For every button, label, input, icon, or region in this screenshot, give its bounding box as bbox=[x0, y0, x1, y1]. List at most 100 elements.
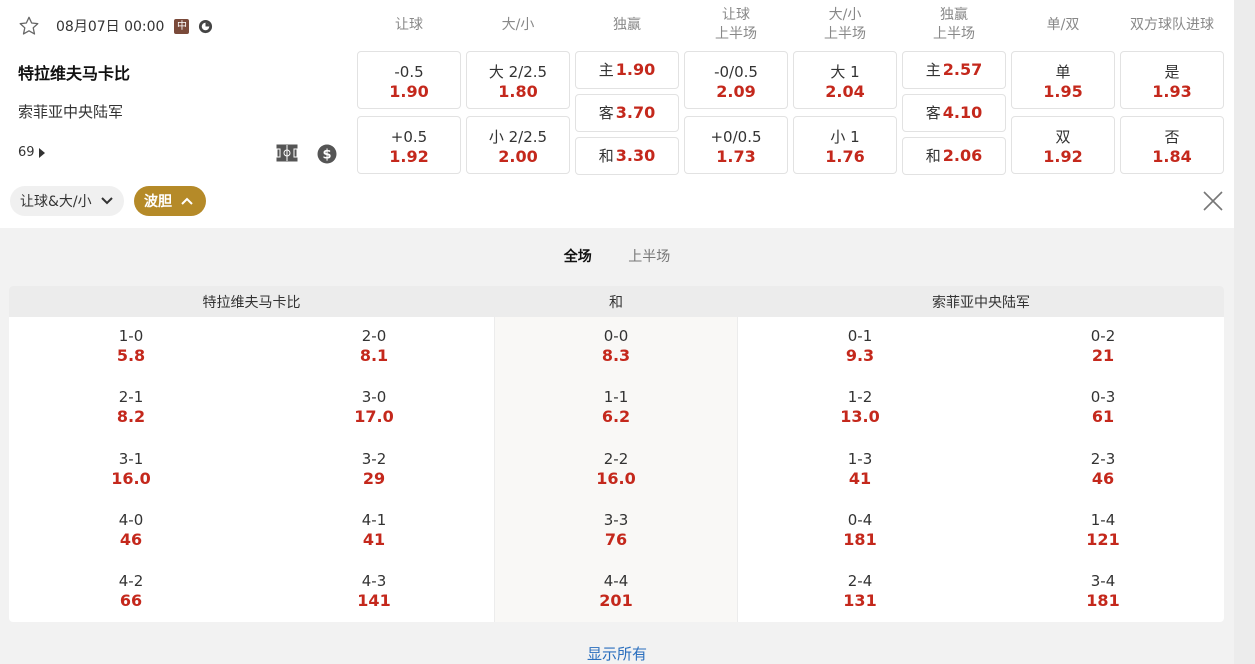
caret-right-icon bbox=[38, 147, 45, 158]
score-odds: 9.3 bbox=[845, 346, 875, 365]
score-odds-cell[interactable]: 0-1 9.3 bbox=[738, 327, 982, 365]
tab-full-time[interactable]: 全场 bbox=[564, 246, 592, 266]
odds-label: 和 bbox=[598, 147, 614, 165]
odds-button-over-under-1h[interactable]: 小 1 1.76 bbox=[793, 116, 897, 174]
odds-value: 1.92 bbox=[1043, 147, 1083, 166]
odds-button-over-under[interactable]: 大 2/2.5 1.80 bbox=[466, 51, 570, 109]
odds-label: -0.5 bbox=[394, 63, 424, 81]
score-odds-cell[interactable]: 3-2 29 bbox=[252, 450, 496, 488]
score-odds: 41 bbox=[362, 529, 386, 549]
more-markets-count: 69 bbox=[18, 145, 35, 160]
score-odds: 46 bbox=[1091, 468, 1115, 488]
cash-out-icon[interactable]: $ bbox=[317, 144, 337, 164]
period-tabs: 全场 上半场 bbox=[0, 246, 1234, 266]
odds-button-moneyline[interactable]: 和 3.30 bbox=[575, 137, 679, 175]
score-odds-cell[interactable]: 1-4 121 bbox=[981, 511, 1224, 549]
score-odds-cell[interactable]: 0-0 8.3 bbox=[494, 327, 738, 365]
score-label: 0-0 bbox=[603, 327, 629, 345]
odds-label: 大 1 bbox=[830, 63, 860, 81]
score-odds-cell[interactable]: 4-2 66 bbox=[9, 572, 253, 610]
score-label: 2-1 bbox=[118, 388, 144, 407]
score-odds: 121 bbox=[1086, 529, 1120, 549]
match-card: 08月07日 00:00 中 特拉维夫马卡比 索菲亚中央陆军 69 $ 让球 大/… bbox=[0, 0, 1234, 228]
score-label: 0-3 bbox=[1090, 388, 1116, 407]
score-odds-cell[interactable]: 1-2 13.0 bbox=[738, 388, 982, 426]
score-odds-cell[interactable]: 2-0 8.1 bbox=[252, 327, 496, 365]
odds-button-handicap[interactable]: -0.5 1.90 bbox=[357, 51, 461, 109]
score-odds-cell[interactable]: 3-4 181 bbox=[981, 572, 1224, 610]
score-odds: 46 bbox=[119, 529, 143, 549]
odds-button-moneyline[interactable]: 主 1.90 bbox=[575, 51, 679, 89]
score-odds-cell[interactable]: 1-3 41 bbox=[738, 450, 982, 488]
column-header-line: 让球 bbox=[395, 17, 423, 33]
odds-button-moneyline[interactable]: 客 3.70 bbox=[575, 94, 679, 132]
odds-button-handicap-1h[interactable]: -0/0.5 2.09 bbox=[684, 51, 788, 109]
odds-label: 是 bbox=[1164, 63, 1180, 81]
score-odds: 181 bbox=[1086, 591, 1120, 611]
odds-label: 小 1 bbox=[830, 128, 860, 146]
odds-button-btts[interactable]: 是 1.93 bbox=[1120, 51, 1224, 109]
odds-button-over-under[interactable]: 小 2/2.5 2.00 bbox=[466, 116, 570, 174]
column-header-line: 让球 bbox=[722, 7, 750, 23]
score-odds-cell[interactable]: 2-1 8.2 bbox=[9, 388, 253, 426]
score-odds-cell[interactable]: 4-0 46 bbox=[9, 511, 253, 549]
score-odds-cell[interactable]: 1-1 6.2 bbox=[494, 388, 738, 426]
language-badge: 中 bbox=[174, 18, 190, 34]
close-icon[interactable] bbox=[1202, 190, 1224, 212]
odds-value: 1.73 bbox=[716, 147, 756, 166]
odds-button-odd-even[interactable]: 双 1.92 bbox=[1011, 116, 1115, 174]
pitch-icon[interactable] bbox=[276, 144, 298, 162]
show-all-link[interactable]: 显示所有 bbox=[0, 643, 1234, 664]
odds-label: 小 2/2.5 bbox=[488, 128, 548, 146]
odds-button-odd-even[interactable]: 单 1.95 bbox=[1011, 51, 1115, 109]
scrollbar-track[interactable] bbox=[1234, 0, 1255, 664]
score-label: 2-4 bbox=[847, 572, 873, 591]
tab-first-half[interactable]: 上半场 bbox=[628, 246, 670, 266]
score-odds: 16.0 bbox=[111, 468, 151, 488]
score-label: 4-0 bbox=[118, 510, 144, 529]
odds-button-btts[interactable]: 否 1.84 bbox=[1120, 116, 1224, 174]
header-draw: 和 bbox=[609, 295, 623, 311]
score-odds-cell[interactable]: 4-3 141 bbox=[252, 572, 496, 610]
odds-value: 1.84 bbox=[1152, 147, 1192, 166]
market-filter-dropdown[interactable]: 让球&大/小 bbox=[10, 186, 124, 216]
odds-value: 1.93 bbox=[1152, 82, 1192, 101]
more-markets-link[interactable]: 69 bbox=[18, 145, 45, 160]
score-odds-cell[interactable]: 4-4 201 bbox=[494, 572, 738, 610]
odds-button-moneyline-1h[interactable]: 主 2.57 bbox=[902, 51, 1006, 89]
odds-button-handicap-1h[interactable]: +0/0.5 1.73 bbox=[684, 116, 788, 174]
score-odds-cell[interactable]: 3-0 17.0 bbox=[252, 388, 496, 426]
score-odds-cell[interactable]: 0-3 61 bbox=[981, 388, 1224, 426]
score-label: 1-3 bbox=[847, 449, 873, 468]
odds-label: -0/0.5 bbox=[714, 63, 758, 81]
score-odds-cell[interactable]: 0-4 181 bbox=[738, 511, 982, 549]
score-odds-cell[interactable]: 4-1 41 bbox=[252, 511, 496, 549]
odds-value: 1.90 bbox=[615, 60, 656, 79]
odds-value: 1.80 bbox=[498, 82, 538, 101]
score-odds-cell[interactable]: 3-1 16.0 bbox=[9, 450, 253, 488]
odds-button-moneyline-1h[interactable]: 客 4.10 bbox=[902, 94, 1006, 132]
column-header-line: 独赢 bbox=[940, 7, 968, 23]
correct-score-table: 特拉维夫马卡比 和 索菲亚中央陆军 1-0 5.8 2-1 8.2 3-1 16.0 4-0… bbox=[9, 286, 1224, 622]
odds-value: 2.00 bbox=[498, 147, 538, 166]
odds-label: 主 bbox=[598, 61, 614, 79]
score-odds: 6.2 bbox=[601, 407, 631, 427]
score-odds: 16.0 bbox=[596, 468, 636, 488]
correct-score-toggle[interactable]: 波胆 bbox=[134, 186, 206, 216]
score-odds-cell[interactable]: 1-0 5.8 bbox=[9, 327, 253, 365]
odds-button-over-under-1h[interactable]: 大 1 2.04 bbox=[793, 51, 897, 109]
odds-button-moneyline-1h[interactable]: 和 2.06 bbox=[902, 137, 1006, 175]
star-icon[interactable] bbox=[18, 15, 40, 37]
score-label: 0-1 bbox=[847, 327, 873, 345]
home-team-name: 特拉维夫马卡比 bbox=[18, 64, 131, 83]
score-odds-cell[interactable]: 0-2 21 bbox=[981, 327, 1224, 365]
score-odds-cell[interactable]: 2-3 46 bbox=[981, 450, 1224, 488]
odds-label: +0.5 bbox=[390, 128, 428, 146]
score-odds: 8.2 bbox=[116, 407, 146, 427]
score-odds-cell[interactable]: 3-3 76 bbox=[494, 511, 738, 549]
score-odds-cell[interactable]: 2-2 16.0 bbox=[494, 450, 738, 488]
score-odds-cell[interactable]: 2-4 131 bbox=[738, 572, 982, 610]
odds-button-handicap[interactable]: +0.5 1.92 bbox=[357, 116, 461, 174]
score-label: 3-4 bbox=[1090, 572, 1116, 591]
score-label: 3-3 bbox=[603, 510, 629, 529]
